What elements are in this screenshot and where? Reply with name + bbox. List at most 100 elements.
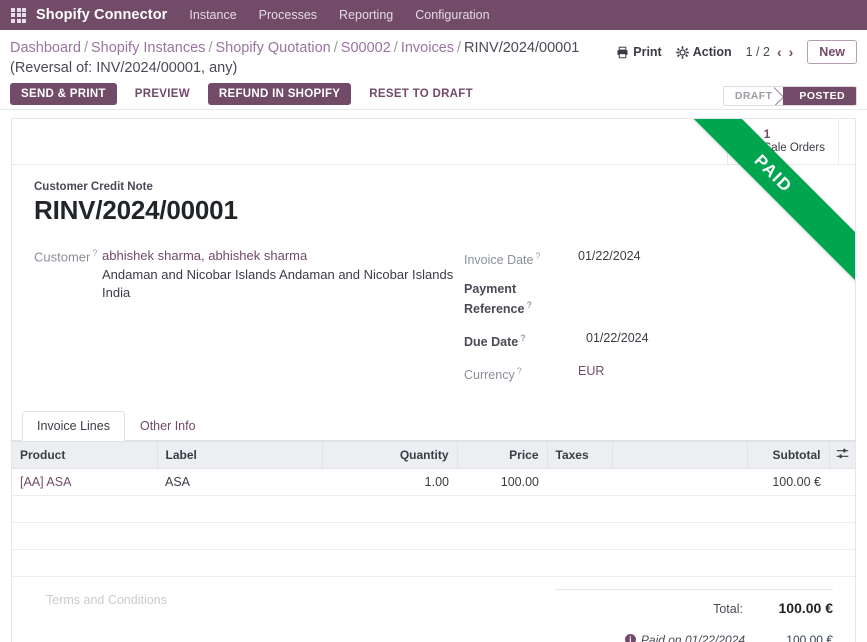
sliders-icon bbox=[836, 447, 849, 460]
invoice-date-tooltip-icon[interactable]: ? bbox=[535, 251, 540, 261]
nav-item-configuration[interactable]: Configuration bbox=[415, 8, 489, 22]
nav-item-processes[interactable]: Processes bbox=[259, 8, 317, 22]
pager: 1 / 2 ‹ › bbox=[746, 45, 794, 59]
customer-name[interactable]: abhishek sharma, abhishek sharma bbox=[102, 248, 453, 263]
refund-in-shopify-button[interactable]: REFUND IN SHOPIFY bbox=[208, 83, 351, 105]
cell-spacer bbox=[612, 468, 747, 495]
sale-orders-smart-button[interactable]: 1 Sale Orders bbox=[727, 119, 839, 164]
cell-price[interactable]: 100.00 bbox=[457, 468, 547, 495]
form-sheet: PAID 1 Sale Orders Customer Credit Note … bbox=[11, 118, 856, 642]
reset-to-draft-button[interactable]: RESET TO DRAFT bbox=[358, 83, 484, 105]
breadcrumb-separator: / bbox=[457, 40, 461, 56]
cell-product[interactable]: [AA] ASA bbox=[12, 468, 157, 495]
total-row: Total: 100.00 € bbox=[555, 600, 833, 616]
cell-label[interactable]: ASA bbox=[157, 468, 322, 495]
document-type-label: Customer Credit Note bbox=[34, 181, 833, 193]
breadcrumb-item-shopify-instances[interactable]: Shopify Instances bbox=[91, 40, 205, 56]
paid-label-group: i Paid on 01/22/2024 bbox=[625, 633, 755, 642]
payment-reference-label: Payment Reference? bbox=[464, 281, 578, 317]
send-and-print-button[interactable]: SEND & PRINT bbox=[10, 83, 117, 105]
cell-optional bbox=[829, 468, 855, 495]
customer-group: Customer? abhishek sharma, abhishek shar… bbox=[34, 248, 454, 397]
paid-row: i Paid on 01/22/2024 100.00 € bbox=[555, 633, 833, 642]
top-navbar: Shopify Connector Instance Processes Rep… bbox=[0, 0, 867, 30]
currency-tooltip-icon[interactable]: ? bbox=[517, 366, 522, 376]
payment-reference-field: Payment Reference? bbox=[464, 281, 833, 317]
column-header-subtotal[interactable]: Subtotal bbox=[747, 441, 829, 468]
payment-reference-tooltip-icon[interactable]: ? bbox=[526, 300, 532, 310]
table-row[interactable]: [AA] ASA ASA 1.00 100.00 100.00 € bbox=[12, 468, 855, 495]
totals-divider bbox=[555, 589, 833, 590]
info-icon[interactable]: i bbox=[625, 634, 636, 642]
currency-label: Currency? bbox=[464, 363, 578, 383]
pager-value[interactable]: 1 / 2 bbox=[746, 45, 770, 59]
preview-button[interactable]: PREVIEW bbox=[124, 83, 201, 105]
apps-grid-icon[interactable] bbox=[11, 8, 26, 23]
notebook-tabs: Invoice Lines Other Info bbox=[12, 411, 855, 441]
cell-subtotal: 100.00 € bbox=[747, 468, 829, 495]
breadcrumb-item-s00002[interactable]: S00002 bbox=[341, 40, 391, 56]
currency-value[interactable]: EUR bbox=[578, 363, 604, 383]
chevron-right-icon[interactable]: › bbox=[789, 45, 794, 59]
control-panel-actions: Print Action 1 / 2 bbox=[616, 36, 857, 64]
paid-label[interactable]: Paid on 01/22/2024 bbox=[641, 633, 745, 642]
due-date-field: Due Date? 01/22/2024 bbox=[464, 330, 833, 350]
totals-block: Total: 100.00 € i Paid on 01/22/2024 100… bbox=[555, 589, 833, 642]
chevron-left-icon[interactable]: ‹ bbox=[777, 45, 782, 59]
column-header-product[interactable]: Product bbox=[12, 441, 157, 468]
column-header-price[interactable]: Price bbox=[457, 441, 547, 468]
breadcrumb-separator: / bbox=[208, 40, 212, 56]
due-date-tooltip-icon[interactable]: ? bbox=[520, 333, 526, 343]
table-row-empty bbox=[12, 495, 855, 522]
invoice-date-value[interactable]: 01/22/2024 bbox=[578, 248, 641, 268]
status-bar: DRAFT POSTED bbox=[723, 86, 857, 106]
action-button[interactable]: Action bbox=[676, 45, 732, 59]
due-date-value[interactable]: 01/22/2024 bbox=[578, 330, 649, 350]
empty-cell bbox=[12, 522, 855, 549]
print-label: Print bbox=[633, 45, 661, 59]
customer-address-line2: India bbox=[102, 285, 453, 300]
new-button[interactable]: New bbox=[807, 40, 857, 64]
invoice-lines-table: Product Label Quantity Price Taxes Subto… bbox=[12, 441, 855, 577]
tab-invoice-lines[interactable]: Invoice Lines bbox=[22, 411, 125, 441]
table-row-empty bbox=[12, 549, 855, 576]
page-title: RINV/2024/00001 bbox=[34, 195, 833, 226]
invoice-details-group: Invoice Date? 01/22/2024 Payment Referen… bbox=[454, 248, 833, 397]
cell-quantity[interactable]: 1.00 bbox=[322, 468, 457, 495]
sheet-body: Customer Credit Note RINV/2024/00001 Cus… bbox=[12, 165, 855, 397]
cell-taxes[interactable] bbox=[547, 468, 612, 495]
invoice-date-field: Invoice Date? 01/22/2024 bbox=[464, 248, 833, 268]
breadcrumb-item-shopify-quotation[interactable]: Shopify Quotation bbox=[215, 40, 330, 56]
customer-field-label: Customer? bbox=[34, 248, 102, 300]
nav-item-instance[interactable]: Instance bbox=[189, 8, 236, 22]
breadcrumb-separator: / bbox=[334, 40, 338, 56]
action-label: Action bbox=[693, 45, 732, 59]
total-label: Total: bbox=[713, 602, 755, 616]
sale-orders-label: Sale Orders bbox=[764, 142, 825, 155]
terms-and-conditions-input[interactable]: Terms and Conditions bbox=[34, 589, 555, 642]
sheet-container: PAID 1 Sale Orders Customer Credit Note … bbox=[0, 110, 867, 642]
column-header-quantity[interactable]: Quantity bbox=[322, 441, 457, 468]
column-header-taxes[interactable]: Taxes bbox=[547, 441, 612, 468]
column-header-spacer bbox=[612, 441, 747, 468]
currency-field: Currency? EUR bbox=[464, 363, 833, 383]
edit-square-icon bbox=[741, 133, 758, 150]
footer-area: Terms and Conditions Total: 100.00 € i P… bbox=[12, 577, 855, 642]
customer-tooltip-icon[interactable]: ? bbox=[92, 248, 97, 258]
print-icon bbox=[616, 46, 629, 59]
status-posted[interactable]: POSTED bbox=[783, 87, 856, 105]
print-button[interactable]: Print bbox=[616, 45, 661, 59]
column-header-label[interactable]: Label bbox=[157, 441, 322, 468]
breadcrumb-item-dashboard[interactable]: Dashboard bbox=[10, 40, 81, 56]
tab-other-info[interactable]: Other Info bbox=[125, 411, 211, 441]
app-brand-title[interactable]: Shopify Connector bbox=[36, 7, 167, 23]
breadcrumb: Dashboard/Shopify Instances/Shopify Quot… bbox=[10, 36, 610, 78]
table-header-row: Product Label Quantity Price Taxes Subto… bbox=[12, 441, 855, 468]
control-panel: Dashboard/Shopify Instances/Shopify Quot… bbox=[0, 30, 867, 110]
breadcrumb-separator: / bbox=[394, 40, 398, 56]
breadcrumb-item-invoices[interactable]: Invoices bbox=[401, 40, 454, 56]
paid-value: 100.00 € bbox=[755, 633, 833, 642]
optional-columns-button[interactable] bbox=[829, 441, 855, 468]
nav-item-reporting[interactable]: Reporting bbox=[339, 8, 393, 22]
table-row-empty bbox=[12, 522, 855, 549]
